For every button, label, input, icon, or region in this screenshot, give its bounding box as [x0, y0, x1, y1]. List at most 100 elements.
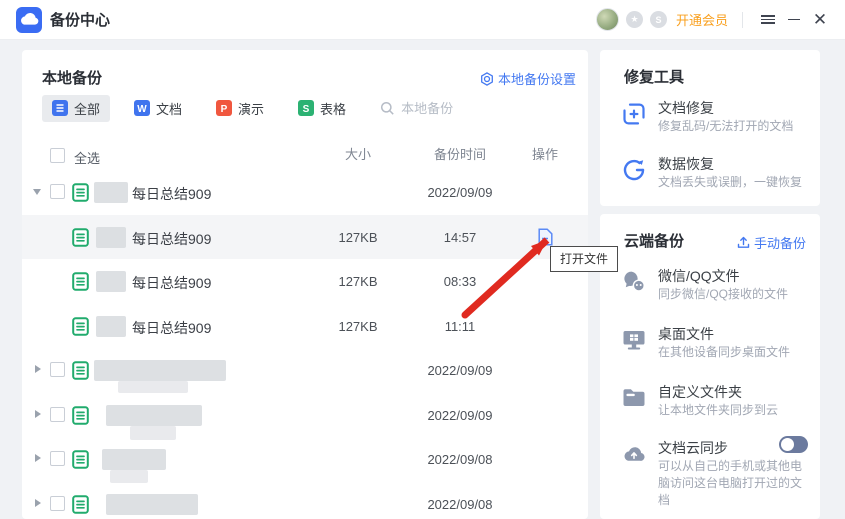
backup-date: 2022/09/09: [427, 363, 493, 378]
doc-repair-subtitle: 修复乱码/无法打开的文档: [658, 119, 794, 133]
close-button[interactable]: ✕: [807, 7, 833, 33]
repair-tools-title: 修复工具: [624, 69, 685, 86]
menu-icon[interactable]: [755, 7, 781, 33]
app-title: 备份中心: [50, 12, 111, 29]
doc-repair-title: 文档修复: [658, 100, 714, 116]
backup-date: 2022/09/08: [427, 452, 493, 467]
manual-backup-link[interactable]: 手动备份: [737, 233, 806, 252]
expand-arrow-icon[interactable]: [35, 454, 41, 462]
column-size: 大小: [344, 147, 371, 162]
minimize-button[interactable]: [781, 7, 807, 33]
spreadsheet-file-icon: [72, 272, 89, 291]
file-size: 127KB: [338, 318, 378, 334]
backup-date: 2022/09/08: [427, 496, 493, 512]
spreadsheet-file-icon: [72, 450, 89, 469]
desktop-icon: [621, 327, 647, 358]
redacted-text: [96, 226, 126, 248]
file-size: 127KB: [338, 229, 378, 245]
svg-text:P: P: [221, 104, 228, 115]
cloud-backup-card: 云端备份 手动备份 微信/QQ文件 同步微信/QQ接收的文件 桌面文件 在其他设…: [600, 214, 820, 519]
file-name: 每日总结909: [132, 275, 212, 291]
titlebar-divider: [742, 11, 743, 28]
desktop-files-title: 桌面文件: [658, 326, 714, 342]
select-all-checkbox[interactable]: [50, 148, 65, 163]
svip-badge-icon[interactable]: S: [649, 11, 667, 28]
row-checkbox[interactable]: [50, 495, 65, 511]
expand-arrow-icon[interactable]: [35, 498, 41, 507]
tab-all[interactable]: 全部: [42, 94, 111, 122]
redacted-text: [118, 381, 188, 393]
table-row[interactable]: 2022/09/08: [22, 437, 588, 483]
tab-presentations[interactable]: P 演示: [206, 95, 274, 122]
custom-folder-subtitle: 让本地文件夹同步到云: [658, 403, 779, 417]
spreadsheet-icon: S: [298, 100, 315, 116]
collapse-arrow-icon[interactable]: [33, 189, 41, 195]
row-checkbox[interactable]: [50, 184, 65, 199]
table-row[interactable]: 2022/09/09: [22, 348, 588, 393]
tab-documents[interactable]: W 文档: [124, 95, 192, 122]
spreadsheet-file-icon: [72, 405, 89, 425]
table-row[interactable]: 每日总结909 127KB 08:33: [22, 259, 588, 304]
gear-icon: [481, 71, 493, 86]
backup-center-window: 备份中心 ★ S 开通会员 ✕ 本地备份 本地备份设置 全部 W 文档 P 演示…: [0, 0, 845, 519]
tab-spreadsheets[interactable]: S 表格: [288, 95, 356, 122]
table-row[interactable]: 2022/09/09: [22, 393, 588, 440]
backup-time: 14:57: [443, 229, 477, 245]
titlebar: 备份中心 ★ S 开通会员 ✕: [0, 0, 845, 40]
ppt-icon: P: [216, 100, 233, 116]
row-checkbox[interactable]: [50, 406, 65, 422]
search-box[interactable]: [380, 100, 512, 116]
wechat-qq-files-title: 微信/QQ文件: [658, 268, 740, 284]
row-checkbox[interactable]: [50, 362, 65, 377]
repair-tools-card: 修复工具 文档修复 修复乱码/无法打开的文档 数据恢复 文档丢失或误删，一键恢复: [600, 50, 820, 206]
redacted-text: [106, 493, 198, 515]
backup-time: 11:11: [444, 318, 476, 334]
svg-text:S: S: [303, 104, 310, 115]
filter-tabs: 全部 W 文档 P 演示 S 表格: [42, 94, 512, 122]
backup-date: 2022/09/09: [427, 407, 493, 423]
spreadsheet-file-icon: [72, 494, 89, 514]
data-recovery-subtitle: 文档丢失或误删，一键恢复: [658, 175, 803, 189]
avatar[interactable]: [595, 8, 619, 31]
upload-icon: [737, 236, 750, 248]
open-membership-link[interactable]: 开通会员: [676, 10, 728, 29]
backup-time: 08:33: [443, 274, 477, 289]
column-backup-time: 备份时间: [433, 147, 486, 162]
redacted-text: [102, 449, 166, 470]
chat-files-icon: [621, 269, 647, 300]
backup-date: 2022/09/09: [427, 185, 493, 200]
toggle-knob: [781, 438, 794, 451]
cloud-backup-title: 云端备份: [624, 233, 685, 250]
column-action: 操作: [531, 147, 558, 162]
table-row[interactable]: 每日总结909 127KB 11:11: [22, 304, 588, 349]
word-doc-icon: W: [134, 100, 151, 116]
file-name: 每日总结909: [132, 230, 212, 247]
table-row[interactable]: 每日总结909 2022/09/09: [22, 170, 588, 215]
table-row[interactable]: 每日总结909 127KB 14:57: [22, 214, 588, 259]
local-backup-settings-link[interactable]: 本地备份设置: [480, 69, 576, 88]
search-input[interactable]: [401, 100, 512, 116]
vip-badge-icon[interactable]: ★: [625, 11, 643, 28]
backup-file-list: 每日总结909 2022/09/09 每日总结909 127KB 14:57 每…: [22, 170, 588, 519]
page-title: 本地备份: [42, 70, 103, 87]
cloud-sync-toggle[interactable]: [779, 436, 808, 453]
spreadsheet-file-icon: [72, 361, 89, 380]
file-name: 每日总结909: [132, 186, 212, 202]
open-file-icon: [538, 227, 553, 246]
search-icon: [381, 101, 394, 115]
file-size: 127KB: [338, 274, 378, 289]
table-row[interactable]: 2022/09/08: [22, 482, 588, 519]
redacted-text: [106, 404, 202, 426]
expand-arrow-icon[interactable]: [35, 365, 41, 373]
redacted-text: [94, 182, 128, 203]
custom-folder-title: 自定义文件夹: [658, 384, 742, 400]
data-recovery-icon: [621, 157, 647, 188]
expand-arrow-icon[interactable]: [35, 409, 41, 418]
local-backup-panel: 本地备份 本地备份设置 全部 W 文档 P 演示 S 表格 本地备份 全选 大小…: [22, 50, 588, 519]
doc-repair-icon: [621, 101, 647, 132]
table-header: 全选 大小 备份时间 操作: [22, 144, 588, 170]
data-recovery-title: 数据恢复: [658, 156, 714, 172]
redacted-text: [94, 360, 226, 381]
desktop-files-subtitle: 在其他设备同步桌面文件: [658, 345, 791, 359]
row-checkbox[interactable]: [50, 451, 65, 466]
